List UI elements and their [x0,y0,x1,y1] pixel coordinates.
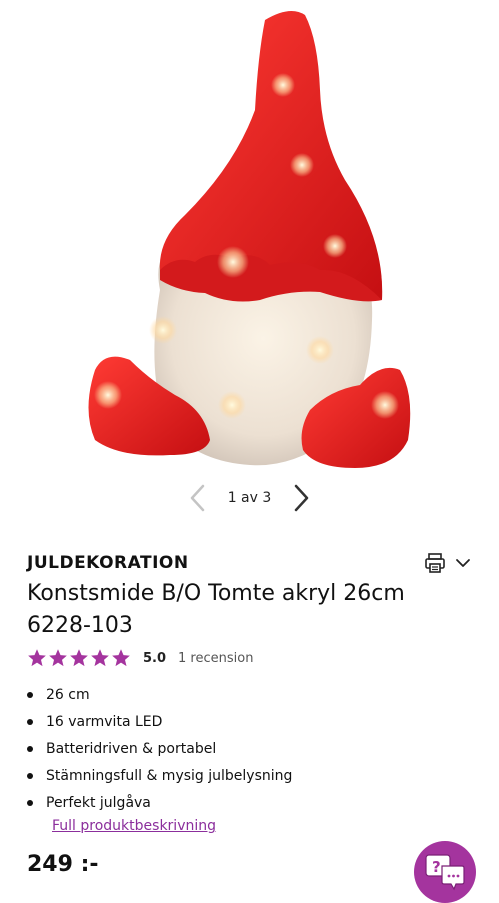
gnome-illustration [88,11,411,468]
rating-score: 5.0 [143,650,167,666]
star-icon [91,649,109,667]
bullet-icon [27,718,33,725]
product-category: JULDEKORATION [27,553,189,573]
print-icon[interactable] [424,552,446,578]
chevron-right-icon[interactable] [281,478,321,518]
bullet-icon [27,745,33,752]
chevron-left-icon[interactable] [178,478,218,518]
product-title: Konstsmide B/O Tomte akryl 26cm 6228-103 [27,581,405,638]
feature-list: 26 cm 16 varmvita LED Batteridriven & po… [27,681,292,816]
product-image[interactable] [0,0,499,475]
list-item: Batteridriven & portabel [27,735,292,762]
star-icon [112,649,130,667]
list-item: Perfekt julgåva [27,789,292,816]
product-price: 249 :- [27,852,99,877]
chat-button[interactable]: ? [414,841,476,903]
bullet-icon [27,799,33,806]
star-icon [70,649,88,667]
chevron-down-icon[interactable] [454,554,472,576]
list-item: 16 varmvita LED [27,708,292,735]
svg-text:?: ? [432,858,441,876]
product-rating[interactable]: 5.0 1 recension [27,648,253,668]
list-item: Stämningsfull & mysig julbelysning [27,762,292,789]
bullet-icon [27,772,33,779]
image-counter: 1 av 3 [227,490,272,506]
product-actions [424,552,472,578]
list-item: 26 cm [27,681,292,708]
chat-icon: ? [425,854,465,891]
star-icon [49,649,67,667]
rating-stars [27,648,131,668]
image-pager: 1 av 3 [0,478,499,518]
bullet-icon [27,691,33,698]
review-count[interactable]: 1 recension [178,651,253,666]
star-icon [28,649,46,667]
full-description-link[interactable]: Full produktbeskrivning [52,818,216,834]
